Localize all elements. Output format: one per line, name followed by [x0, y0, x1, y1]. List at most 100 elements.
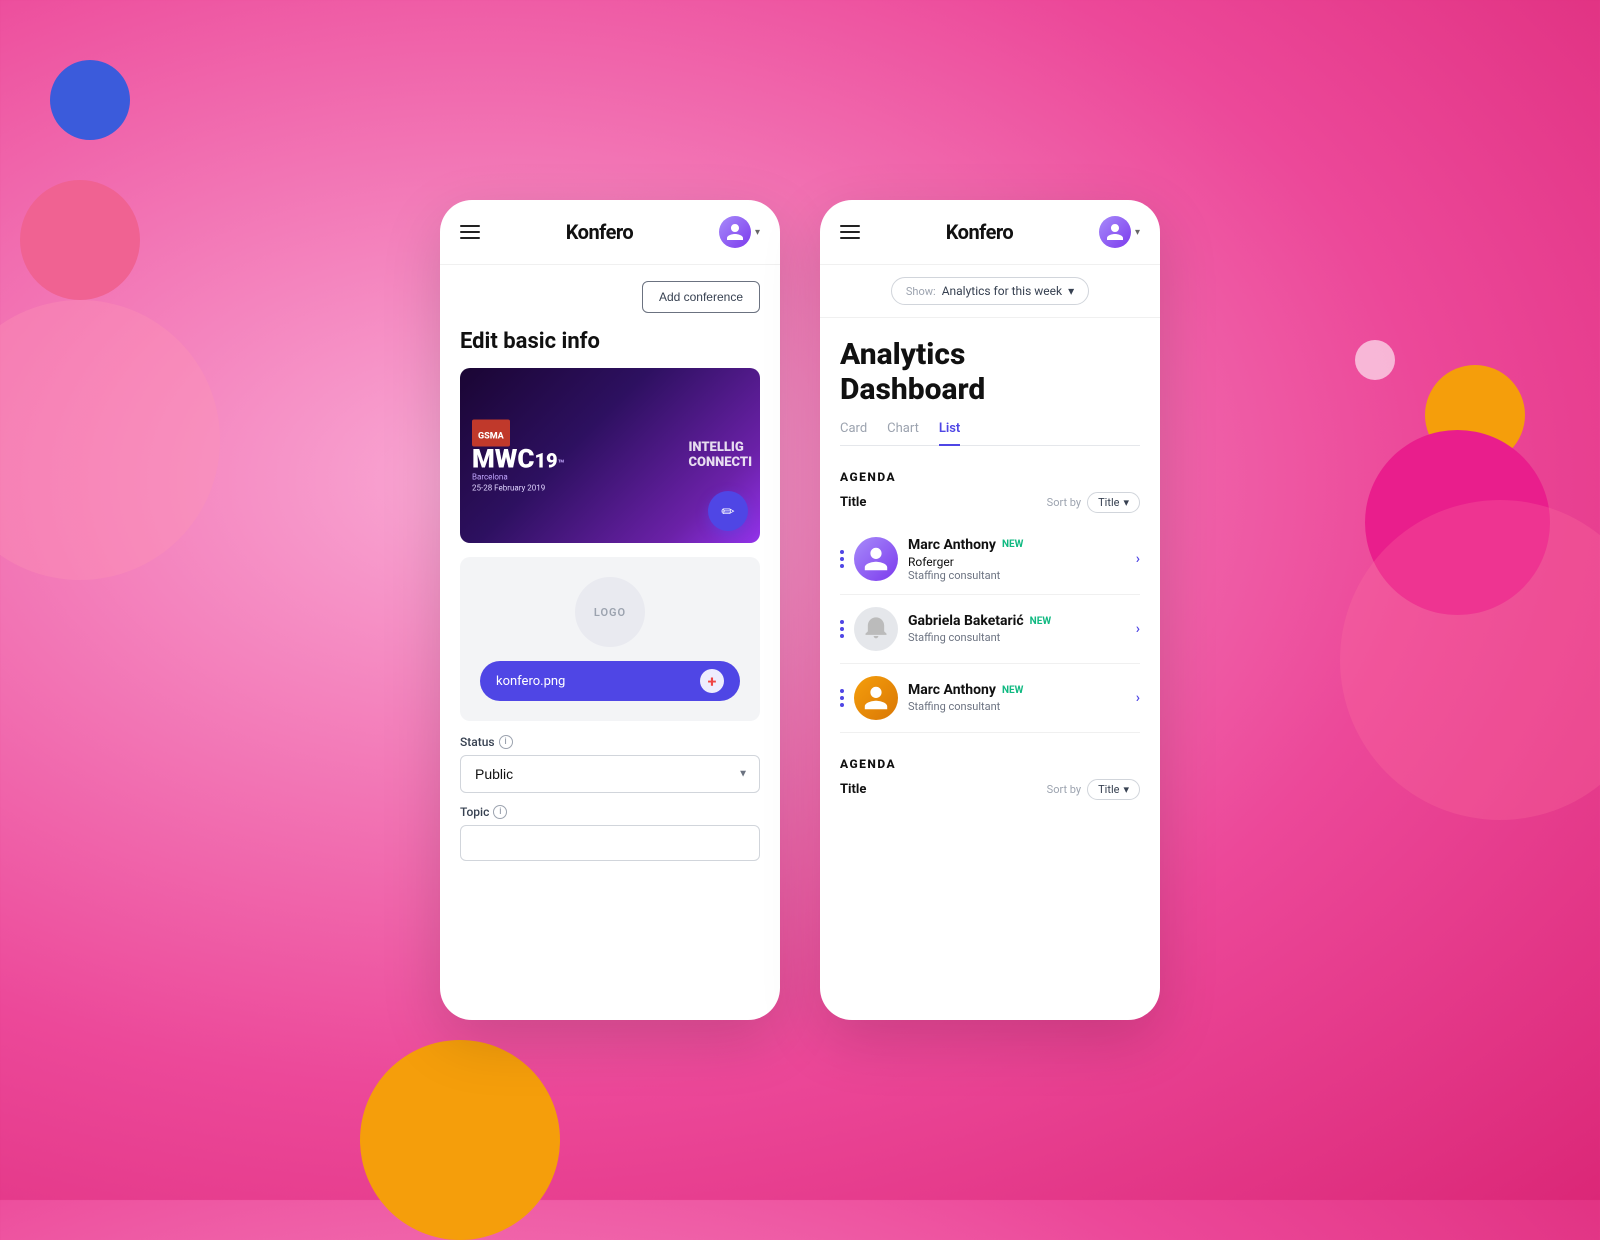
filter-value: Analytics for this week	[942, 284, 1062, 298]
topic-input[interactable]	[460, 825, 760, 861]
item-name-2: Gabriela Baketarić	[908, 613, 1024, 629]
edit-fab-button[interactable]: ✏	[708, 491, 748, 531]
user-avatar-left[interactable]: ▾	[719, 216, 760, 248]
mwc-dates: 25-28 February 2019	[472, 483, 565, 492]
agenda-col-title-1: Title	[840, 495, 866, 510]
sort-chevron-2: ▾	[1123, 783, 1129, 796]
agenda-item-1: Marc Anthony NEW Roferger Staffing consu…	[840, 525, 1140, 595]
topic-label: Topic i	[460, 805, 760, 819]
item-chevron-1[interactable]: ›	[1136, 551, 1140, 567]
status-field: Status i Public Private Draft	[460, 735, 760, 793]
tabs-row: Card Chart List	[840, 421, 1140, 446]
logo-placeholder: LOGO	[575, 577, 645, 647]
phones-container: Konfero ▾ Add conference Edit basic info	[440, 200, 1160, 1020]
dashboard-header: Analytics Dashboard Card Chart List	[820, 318, 1160, 454]
mwc-logo: GSMA MWC 19 ™ Barcelona 25-28 February 2…	[472, 419, 565, 492]
avatar-male-3	[854, 676, 898, 720]
sort-chevron: ▾	[1123, 496, 1129, 509]
agenda-item-3: Marc Anthony NEW Staffing consultant ›	[840, 664, 1140, 733]
deco-blue-circle	[50, 60, 130, 140]
agenda-item-2: Gabriela Baketarić NEW Staffing consulta…	[840, 595, 1140, 664]
status-select-wrapper: Public Private Draft	[460, 755, 760, 793]
hamburger-menu-right[interactable]	[840, 225, 860, 239]
agenda-col-title-2: Title	[840, 782, 866, 797]
sort-by-row-2: Sort by Title ▾	[1047, 779, 1140, 800]
app-logo-left: Konfero	[566, 220, 634, 244]
left-phone-header: Konfero ▾	[440, 200, 780, 265]
file-add-button[interactable]: +	[700, 669, 724, 693]
item-chevron-3[interactable]: ›	[1136, 690, 1140, 706]
file-name: konfero.png	[496, 674, 565, 689]
agenda-section-2: AGENDA Title Sort by Title ▾	[820, 741, 1160, 800]
item-name-row-3: Marc Anthony NEW	[908, 682, 1126, 698]
app-logo-right: Konfero	[946, 220, 1014, 244]
item-avatar-3	[854, 676, 898, 720]
item-dots-3[interactable]	[840, 689, 844, 707]
agenda-title-row-1: Title Sort by Title ▾	[840, 492, 1140, 513]
avatar-image-left	[719, 216, 751, 248]
agenda-section-1: AGENDA Title Sort by Title ▾	[820, 454, 1160, 733]
avatar-ghost-2	[854, 607, 898, 651]
logo-upload-section: LOGO konfero.png +	[460, 557, 760, 721]
item-name-row-1: Marc Anthony NEW	[908, 537, 1126, 553]
chevron-down-icon-right: ▾	[1135, 227, 1140, 238]
left-phone: Konfero ▾ Add conference Edit basic info	[440, 200, 780, 1020]
filter-pill[interactable]: Show: Analytics for this week ▾	[891, 277, 1089, 305]
tab-card[interactable]: Card	[840, 421, 867, 446]
user-avatar-right[interactable]: ▾	[1099, 216, 1140, 248]
item-info-1: Marc Anthony NEW Roferger Staffing consu…	[908, 537, 1126, 582]
dashboard-title: Analytics Dashboard	[840, 338, 1140, 407]
status-info-icon: i	[499, 735, 513, 749]
agenda-label-2: AGENDA	[840, 757, 1140, 771]
mwc-brand: MWC	[472, 448, 534, 471]
topic-field: Topic i	[460, 805, 760, 861]
topic-info-icon: i	[493, 805, 507, 819]
item-dots-2[interactable]	[840, 620, 844, 638]
status-label: Status i	[460, 735, 760, 749]
mwc-year: 19	[534, 448, 557, 472]
agenda-title-row-2: Title Sort by Title ▾	[840, 779, 1140, 800]
hamburger-menu[interactable]	[460, 225, 480, 239]
agenda-label-1: AGENDA	[840, 470, 1140, 484]
sort-pill-2[interactable]: Title ▾	[1087, 779, 1140, 800]
status-select[interactable]: Public Private Draft	[460, 755, 760, 793]
item-info-2: Gabriela Baketarić NEW Staffing consulta…	[908, 613, 1126, 644]
file-input-row: konfero.png +	[480, 661, 740, 701]
sort-by-label-2: Sort by	[1047, 783, 1081, 796]
intel-line2: CONNECTI	[688, 456, 752, 470]
avatar-female-1	[854, 537, 898, 581]
sort-pill-1[interactable]: Title ▾	[1087, 492, 1140, 513]
mwc-brand-box: GSMA	[472, 419, 510, 446]
new-badge-3: NEW	[1002, 685, 1023, 696]
chevron-down-icon-left: ▾	[755, 227, 760, 238]
intel-line1: INTELLIG	[688, 441, 752, 455]
tab-list[interactable]: List	[939, 421, 960, 446]
new-badge-2: NEW	[1030, 616, 1051, 627]
item-avatar-1	[854, 537, 898, 581]
show-filter: Show: Analytics for this week ▾	[820, 265, 1160, 318]
mwc-text: GSMA	[478, 431, 504, 441]
item-chevron-2[interactable]: ›	[1136, 621, 1140, 637]
item-dots-1[interactable]	[840, 550, 844, 568]
new-badge-1: NEW	[1002, 539, 1023, 550]
tab-chart[interactable]: Chart	[887, 421, 919, 446]
mwc-superscript: ™	[558, 457, 565, 470]
avatar-image-right	[1099, 216, 1131, 248]
show-label: Show:	[906, 285, 936, 298]
item-name-1: Marc Anthony	[908, 537, 996, 553]
conference-banner: GSMA MWC 19 ™ Barcelona 25-28 February 2…	[460, 368, 760, 543]
item-info-3: Marc Anthony NEW Staffing consultant	[908, 682, 1126, 713]
item-role-3: Staffing consultant	[908, 700, 1126, 713]
add-conference-button[interactable]: Add conference	[642, 281, 760, 313]
item-role-1: Staffing consultant	[908, 569, 1126, 582]
right-phone: Konfero ▾ Show: Analytics for this week …	[820, 200, 1160, 1020]
deco-white-right-circle	[1355, 340, 1395, 380]
deco-orange-bottom-circle	[360, 1040, 560, 1240]
filter-chevron: ▾	[1068, 284, 1074, 298]
deco-pink-circle	[20, 180, 140, 300]
item-avatar-2	[854, 607, 898, 651]
deco-pink-bg-circle	[0, 300, 220, 580]
item-role-2: Staffing consultant	[908, 631, 1126, 644]
right-phone-header: Konfero ▾	[820, 200, 1160, 265]
section-title: Edit basic info	[460, 329, 760, 354]
